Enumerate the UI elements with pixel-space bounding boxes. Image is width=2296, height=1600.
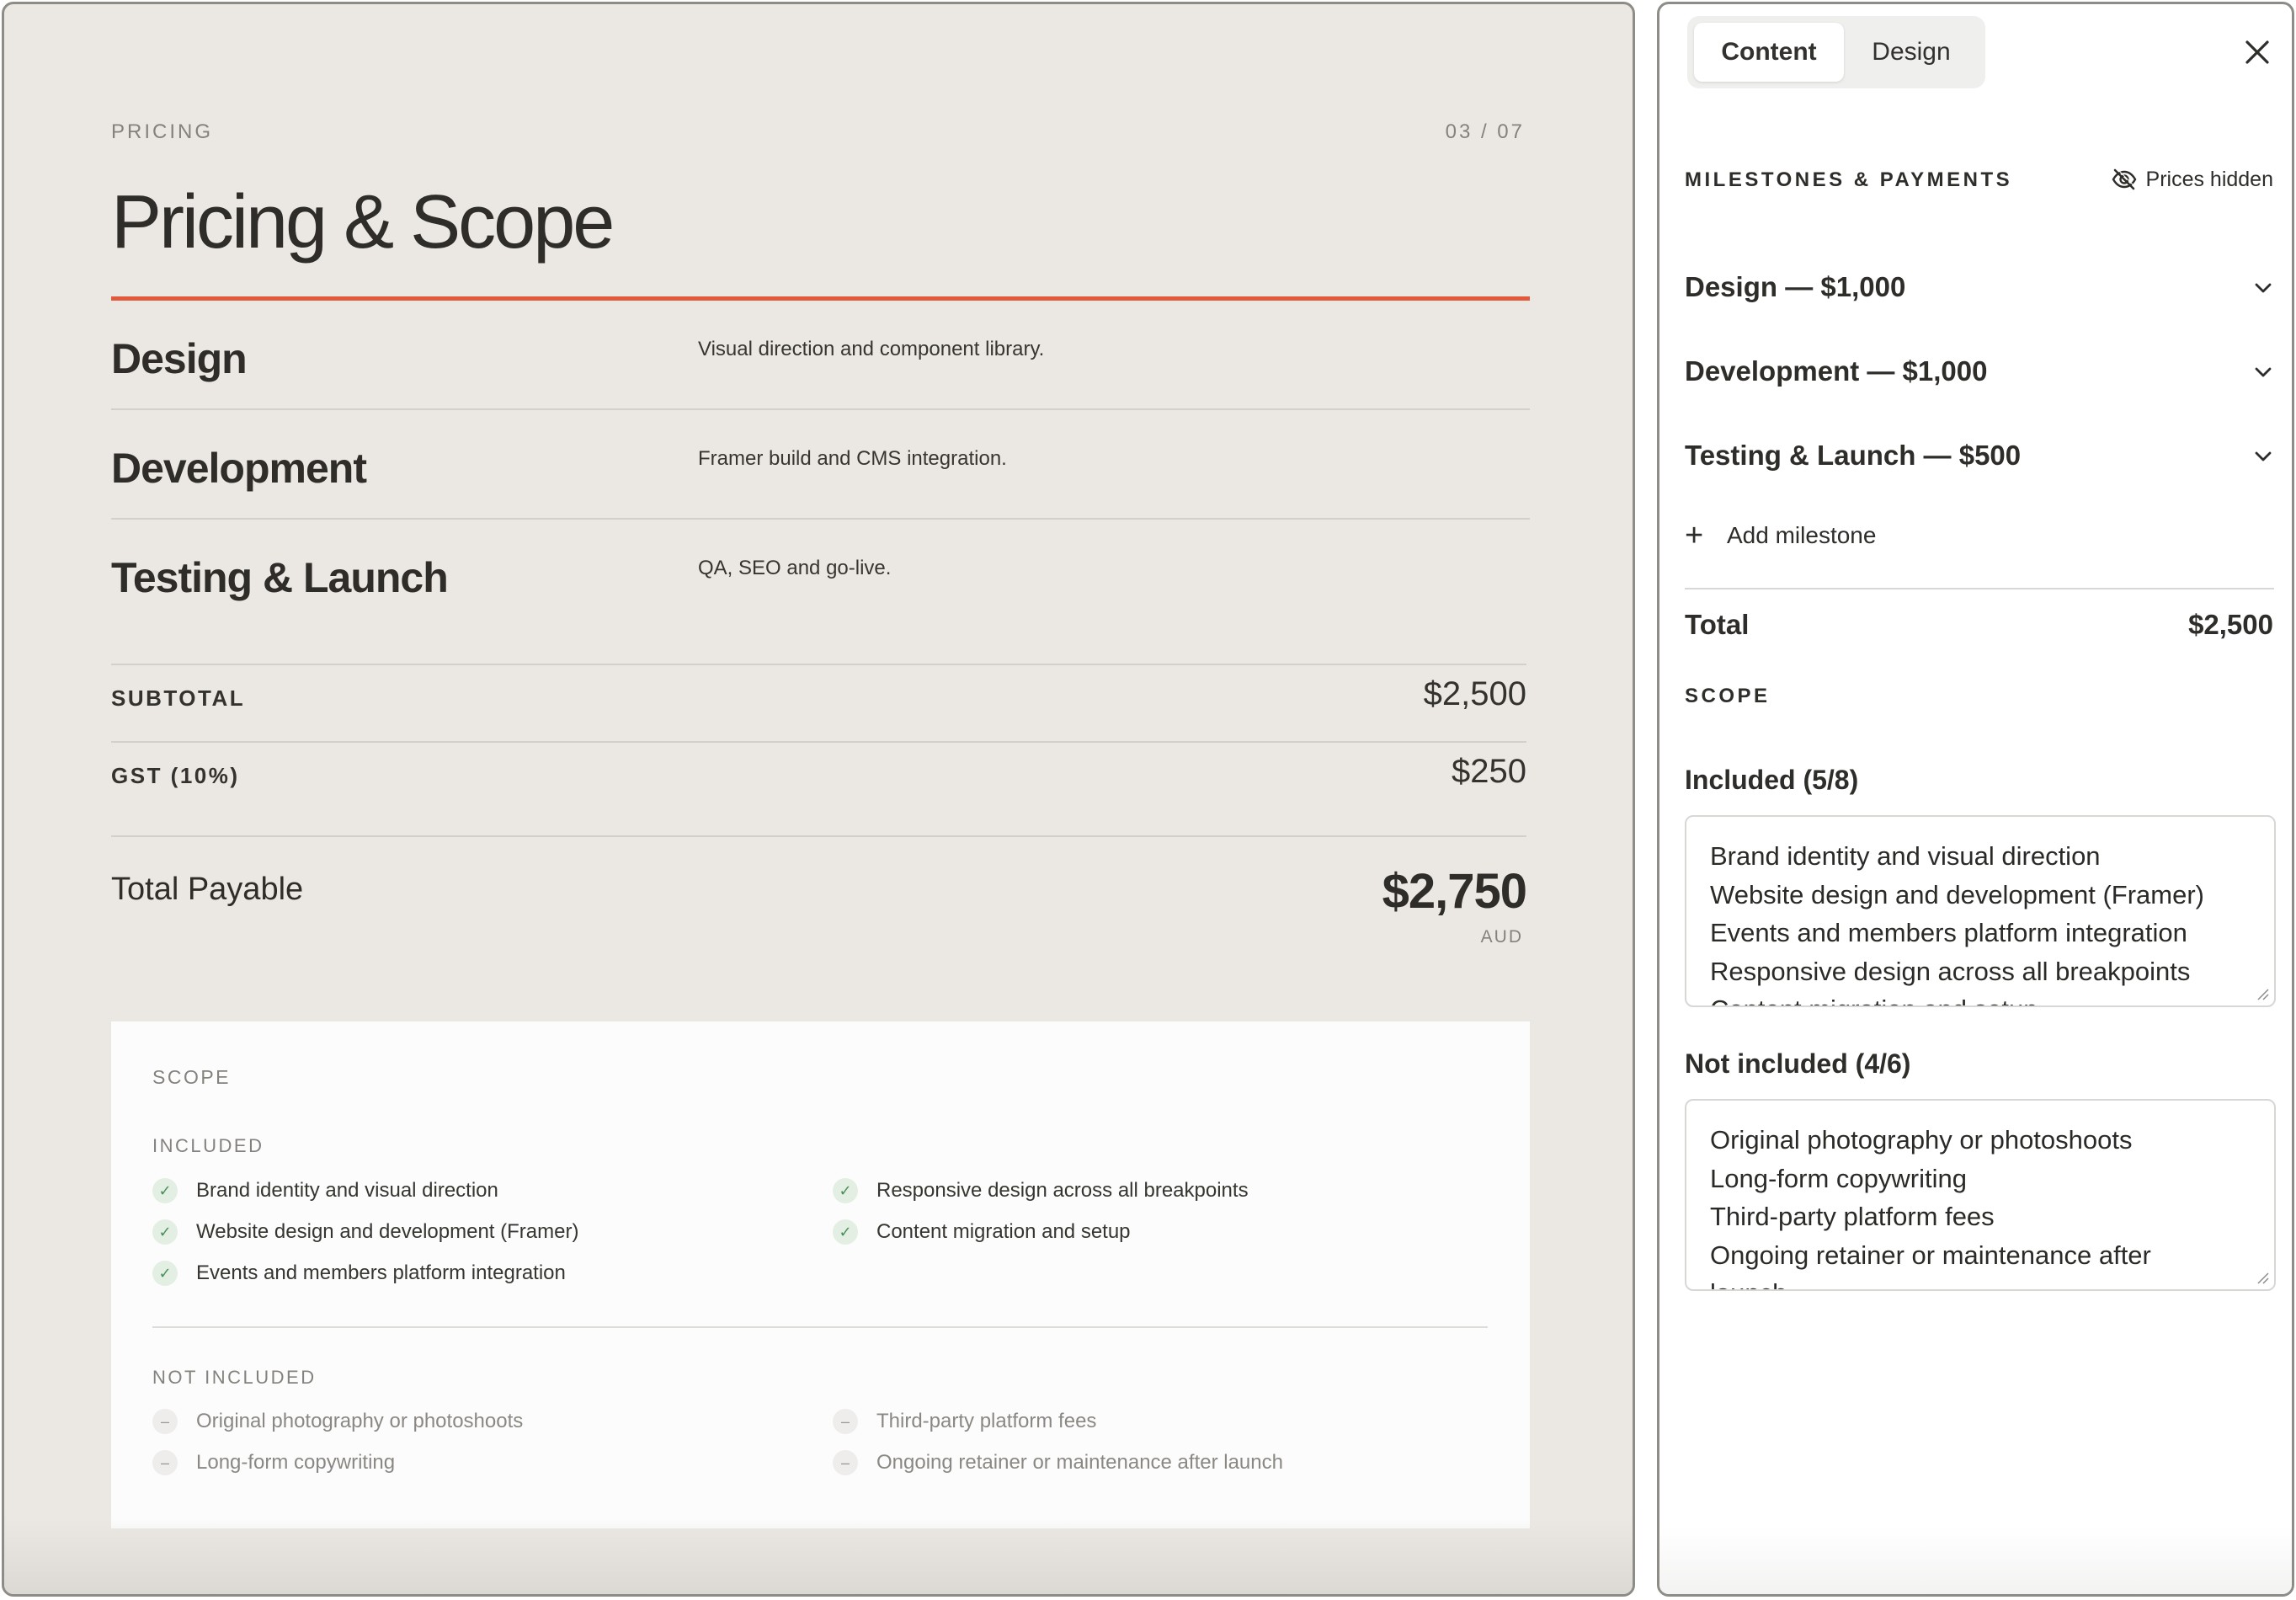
textarea-line: Original photography or photoshoots bbox=[1710, 1125, 2133, 1155]
included-field-label: Included (5/8) bbox=[1685, 765, 1859, 795]
included-item-label: Brand identity and visual direction bbox=[196, 1179, 498, 1202]
included-item: ✓ Content migration and setup bbox=[833, 1218, 1131, 1246]
chevron-down-icon bbox=[2255, 283, 2272, 293]
check-icon: ✓ bbox=[152, 1261, 178, 1286]
milestone-name: Design bbox=[111, 335, 248, 382]
not-included-heading: NOT INCLUDED bbox=[152, 1367, 317, 1388]
scope-divider bbox=[152, 1326, 1488, 1328]
not-included-field-label: Not included (4/6) bbox=[1685, 1048, 1911, 1079]
not-included-item: – Original photography or photoshoots bbox=[152, 1407, 523, 1436]
page-title: Pricing & Scope bbox=[111, 180, 615, 264]
textarea-line: Content migration and setup bbox=[1710, 990, 2251, 1005]
total-divider bbox=[111, 835, 1526, 837]
textarea-line: Ongoing retainer or maintenance after bbox=[1710, 1240, 2151, 1270]
included-item-label: Events and members platform integration bbox=[196, 1261, 566, 1284]
scope-card: SCOPE INCLUDED ✓ Brand identity and visu… bbox=[111, 1021, 1530, 1528]
milestone-accordion[interactable]: Testing & Launch — $500 bbox=[1685, 430, 2274, 481]
milestone-name: Development bbox=[111, 445, 367, 492]
resize-grip-icon[interactable] bbox=[2256, 1271, 2269, 1284]
milestone-accordion[interactable]: Design — $1,000 bbox=[1685, 262, 2274, 312]
textarea-line: Events and members platform integration bbox=[1710, 918, 2187, 947]
accordion-label: Development — $1,000 bbox=[1685, 355, 1988, 387]
included-item: ✓ Website design and development (Framer… bbox=[152, 1218, 578, 1246]
check-icon: ✓ bbox=[152, 1219, 178, 1245]
scope-heading: SCOPE bbox=[152, 1066, 232, 1088]
textarea-line: Brand identity and visual direction bbox=[1710, 841, 2101, 871]
gst-value: $250 bbox=[1452, 753, 1526, 790]
milestone-description: Framer build and CMS integration. bbox=[698, 447, 1007, 470]
total-payable-label: Total Payable bbox=[111, 872, 304, 907]
not-included-textarea[interactable]: Original photography or photoshoots Long… bbox=[1685, 1099, 2276, 1291]
prices-visibility-toggle[interactable]: Prices hidden bbox=[2111, 164, 2273, 195]
dash-icon: – bbox=[833, 1409, 858, 1434]
not-included-item: – Third-party platform fees bbox=[833, 1407, 1096, 1436]
eye-off-icon bbox=[2112, 168, 2136, 190]
included-heading: INCLUDED bbox=[152, 1135, 264, 1156]
scope-section-heading: SCOPE bbox=[1685, 685, 1771, 707]
subtotal-label: SUBTOTAL bbox=[111, 685, 246, 711]
included-item-label: Responsive design across all breakpoints bbox=[876, 1179, 1249, 1202]
close-icon[interactable] bbox=[2240, 35, 2275, 70]
chevron-down-icon bbox=[2255, 451, 2272, 461]
textarea-line: Website design and development (Framer) bbox=[1710, 879, 2204, 909]
currency-label: AUD bbox=[1480, 927, 1523, 947]
milestone-row: Design Visual direction and component li… bbox=[111, 301, 1530, 410]
milestone-accordion[interactable]: Development — $1,000 bbox=[1685, 346, 2274, 397]
editor-total-label: Total bbox=[1685, 609, 1750, 640]
subtotal-value: $2,500 bbox=[1423, 675, 1526, 712]
included-item: ✓ Responsive design across all breakpoin… bbox=[833, 1176, 1249, 1205]
included-item-label: Website design and development (Framer) bbox=[196, 1220, 579, 1243]
textarea-line: Responsive design across all breakpoints bbox=[1710, 956, 2191, 986]
dash-icon: – bbox=[152, 1450, 178, 1475]
plus-icon: + bbox=[1685, 518, 1704, 553]
included-item: ✓ Brand identity and visual direction bbox=[152, 1176, 498, 1205]
editor-total-value: $2,500 bbox=[2188, 609, 2273, 640]
not-included-item-label: Ongoing retainer or maintenance after la… bbox=[876, 1451, 1283, 1474]
milestone-name: Testing & Launch bbox=[111, 554, 449, 601]
editor-panel: Content Design MILESTONES & PAYMENTS Pri… bbox=[1657, 2, 2294, 1597]
milestone-description: Visual direction and component library. bbox=[698, 338, 1045, 360]
textarea-line: launch bbox=[1710, 1274, 2251, 1289]
add-milestone-label: Add milestone bbox=[1727, 522, 1877, 548]
textarea-line: Third-party platform fees bbox=[1710, 1202, 1995, 1231]
milestones-section-heading: MILESTONES & PAYMENTS bbox=[1685, 168, 2013, 191]
check-icon: ✓ bbox=[152, 1178, 178, 1203]
slide-pager: 03 / 07 bbox=[1445, 120, 1525, 143]
included-item-label: Content migration and setup bbox=[876, 1220, 1131, 1243]
panel-tabs: Content Design bbox=[1687, 16, 1985, 88]
slide-preview: PRICING 03 / 07 Pricing & Scope Design V… bbox=[2, 2, 1635, 1597]
not-included-item-label: Third-party platform fees bbox=[876, 1410, 1097, 1432]
chevron-down-icon bbox=[2255, 367, 2272, 377]
not-included-item: – Long-form copywriting bbox=[152, 1448, 395, 1477]
prices-visibility-label: Prices hidden bbox=[2145, 167, 2273, 191]
tab-content[interactable]: Content bbox=[1694, 23, 1844, 82]
subtotal-row: SUBTOTAL $2,500 bbox=[111, 664, 1526, 741]
milestone-row: Testing & Launch QA, SEO and go-live. bbox=[111, 520, 1530, 629]
check-icon: ✓ bbox=[833, 1178, 858, 1203]
slide-eyebrow: PRICING bbox=[111, 120, 214, 143]
not-included-item: – Ongoing retainer or maintenance after … bbox=[833, 1448, 1283, 1477]
dash-icon: – bbox=[833, 1450, 858, 1475]
tab-design[interactable]: Design bbox=[1844, 23, 1979, 82]
textarea-line: Long-form copywriting bbox=[1710, 1163, 1967, 1193]
dash-icon: – bbox=[152, 1409, 178, 1434]
not-included-item-label: Original photography or photoshoots bbox=[196, 1410, 524, 1432]
gst-label: GST (10%) bbox=[111, 763, 240, 788]
check-icon: ✓ bbox=[833, 1219, 858, 1245]
milestone-row: Development Framer build and CMS integra… bbox=[111, 410, 1530, 520]
resize-grip-icon[interactable] bbox=[2256, 987, 2269, 1000]
milestone-description: QA, SEO and go-live. bbox=[698, 557, 892, 579]
accordion-label: Design — $1,000 bbox=[1685, 271, 1906, 302]
add-milestone-button[interactable]: + Add milestone bbox=[1685, 516, 1876, 555]
included-item: ✓ Events and members platform integratio… bbox=[152, 1259, 566, 1288]
not-included-item-label: Long-form copywriting bbox=[196, 1451, 396, 1474]
total-payable-value: $2,750 bbox=[1382, 864, 1527, 919]
included-textarea[interactable]: Brand identity and visual direction Webs… bbox=[1685, 815, 2276, 1007]
total-divider bbox=[1685, 588, 2274, 589]
gst-row: GST (10%) $250 bbox=[111, 741, 1526, 835]
accordion-label: Testing & Launch — $500 bbox=[1685, 440, 2022, 471]
